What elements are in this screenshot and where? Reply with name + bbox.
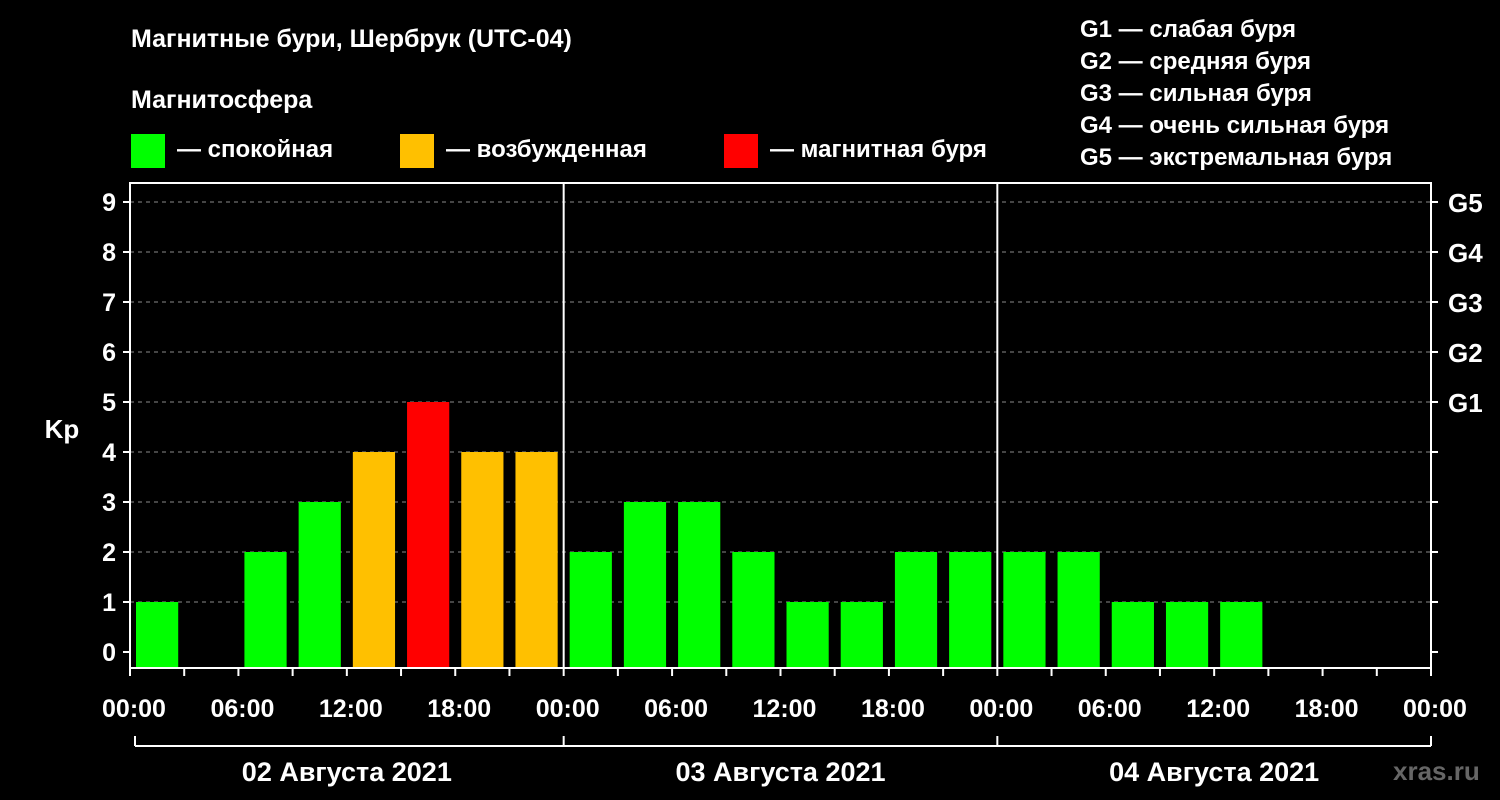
g-level-label-G1: G1 [1448,388,1483,418]
bar-10 [678,502,721,668]
y-tick-label-4: 4 [102,439,116,467]
y-tick-label-2: 2 [102,539,116,567]
x-tick-label-5: 06:00 [644,695,708,723]
bar-19 [1165,602,1209,668]
bar-15 [949,552,992,668]
bar-13 [840,602,883,668]
x-tick-label-4: 00:00 [536,695,600,723]
day-label-2: 04 Августа 2021 [1109,757,1319,787]
bar-7 [515,452,558,668]
x-tick-label-7: 18:00 [861,695,925,723]
g-level-label-G5: G5 [1448,188,1483,218]
bar-17 [1057,552,1100,668]
y-tick-label-0: 0 [102,639,116,667]
x-tick-label-0: 00:00 [102,695,166,723]
bar-0 [136,602,179,668]
x-tick-label-12: 00:00 [1403,695,1467,723]
watermark: xras.ru [1393,756,1480,786]
y-tick-label-9: 9 [102,189,116,217]
y-tick-label-7: 7 [102,289,116,317]
bar-14 [894,552,938,668]
day-label-1: 03 Августа 2021 [675,757,885,787]
bar-18 [1111,602,1154,668]
y-tick-label-5: 5 [102,389,116,417]
bar-16 [1003,552,1046,668]
y-tick-label-3: 3 [102,489,116,517]
y-tick-label-8: 8 [102,239,116,267]
x-tick-label-9: 06:00 [1078,695,1142,723]
y-axis-label: Kp [45,414,80,444]
bar-2 [244,552,287,668]
bar-4 [352,452,396,668]
y-tick-label-6: 6 [102,339,116,367]
day-label-0: 02 Августа 2021 [242,757,452,787]
bar-11 [732,552,775,668]
bar-5 [407,402,450,668]
bar-12 [786,602,829,668]
kp-chart: 0 1 2 3 4 5 6 7 8 9 Kp G1 G2 G3 G4 G5 00:00 06:00 12:00 18:… [45,182,1483,787]
x-tick-label-1: 06:00 [210,695,274,723]
g-level-label-G4: G4 [1448,238,1483,268]
x-tick-label-11: 18:00 [1295,695,1359,723]
bar-20 [1220,602,1263,668]
x-tick-label-8: 00:00 [969,695,1033,723]
g-level-label-G3: G3 [1448,288,1483,318]
bar-3 [298,502,341,668]
g-level-label-G2: G2 [1448,338,1483,368]
bar-9 [623,502,667,668]
bar-6 [461,452,504,668]
x-tick-label-3: 18:00 [427,695,491,723]
x-tick-label-2: 12:00 [319,695,383,723]
x-tick-label-6: 12:00 [753,695,817,723]
bar-8 [569,552,612,668]
x-tick-label-10: 12:00 [1186,695,1250,723]
y-tick-label-1: 1 [102,589,116,617]
